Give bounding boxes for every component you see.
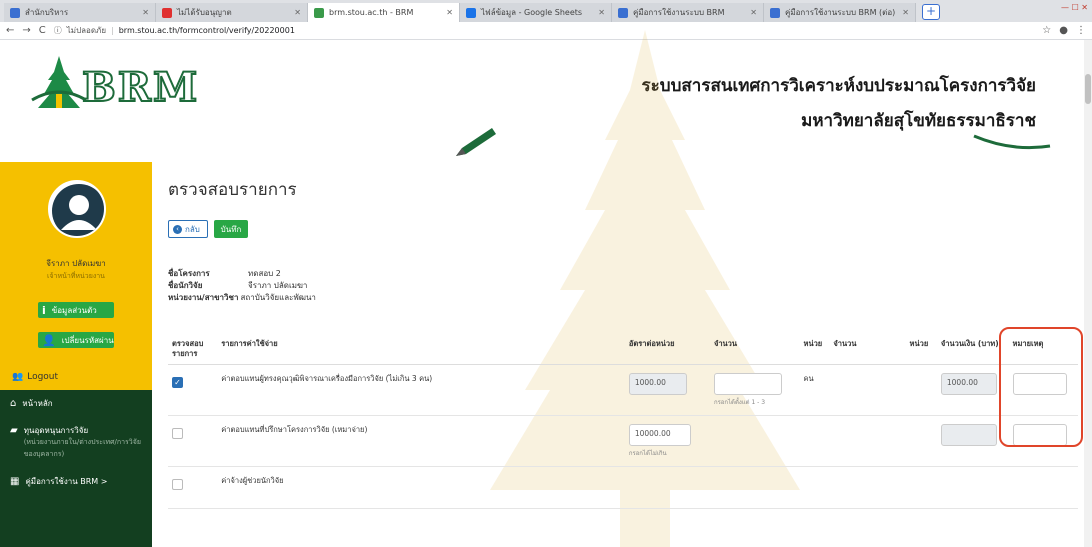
favicon-icon (162, 7, 172, 18)
browser-tab[interactable]: คู่มือการใช้งานระบบ BRM ✕ (612, 3, 764, 22)
user-role: เจ้าหน้าที่หน่วยงาน (47, 272, 105, 280)
favicon-icon (10, 7, 20, 18)
favicon-icon (618, 7, 628, 18)
page-title: ตรวจสอบรายการ (168, 180, 297, 200)
favicon-icon (466, 7, 476, 18)
browser-tab[interactable]: คู่มือการใช้งานระบบ BRM (ต่อ) ✕ (764, 3, 916, 22)
rate-hint: กรอกได้ไม่เกิน (628, 450, 667, 457)
url-text: brm.stou.ac.th/formcontrol/verify/202200… (118, 26, 295, 35)
quantity-hint: กรอกได้ตั้งแต่ 1 - 3 (713, 399, 766, 406)
table-header-row: ตรวจสอบรายการ รายการค่าใช้จ่าย อัตราต่อห… (168, 334, 1078, 365)
logo-text: BRM (81, 64, 200, 111)
info-i-icon: i (42, 303, 46, 317)
close-tab-icon[interactable]: ✕ (294, 8, 301, 17)
sidebar-item-manual[interactable]: ▦ คู่มือการใช้งาน BRM > (0, 468, 152, 495)
user-plus-icon: 👤 (42, 333, 56, 347)
window-controls[interactable]: — ☐ ✕ (1061, 3, 1088, 12)
new-tab-button[interactable]: + (922, 4, 940, 20)
expense-item: ค่าตอบแทนผู้ทรงคุณวุฒิพิจารณาเครื่องมือก… (217, 364, 625, 416)
url-field[interactable]: ⓘ ไม่ปลอดภัย | brm.stou.ac.th/formcontro… (54, 24, 1035, 38)
table-row: ค่าตอบแทนที่ปรึกษาโครงการวิจัย (เหมาจ่าย… (168, 415, 1078, 467)
rate-input[interactable]: 10000.00 (628, 424, 691, 446)
close-tab-icon[interactable]: ✕ (446, 8, 453, 17)
info-icon[interactable]: ⓘ (54, 25, 62, 36)
browser-tabbar: สำนักบริหาร ✕ ไม่ได้รับอนุญาต ✕ brm.stou.a… (0, 0, 1092, 22)
save-button[interactable]: บันทึก (214, 220, 248, 238)
bookmark-star-icon[interactable]: ☆ (1042, 25, 1051, 36)
amount-field: 1000.00 (940, 373, 997, 395)
remark-column-highlight (999, 327, 1083, 447)
system-title: ระบบสารสนเทศการวิเคราะห์งบประมาณโครงการว… (642, 72, 1036, 134)
system-title-line1: ระบบสารสนเทศการวิเคราะห์งบประมาณโครงการว… (641, 76, 1036, 96)
swoosh-decoration-icon (973, 134, 1051, 150)
sidebar-menu: ⌂ หน้าหลัก ▰ ทุนอุดหนุนการวิจัย (หน่วยงานภา… (0, 390, 152, 547)
users-icon: 👥 (12, 372, 24, 382)
close-tab-icon[interactable]: ✕ (750, 8, 757, 17)
menu-kebab-icon[interactable]: ⋮ (1076, 25, 1086, 36)
scrollbar-thumb[interactable] (1085, 74, 1091, 104)
close-tab-icon[interactable]: ✕ (142, 8, 149, 17)
user-info: จีราภา ปลัดเมฆา เจ้าหน้าที่หน่วยงาน (0, 258, 152, 282)
main-content: ตรวจสอบรายการ ‹ กลับ บันทึก ชื่อโครงการ ทด… (152, 162, 1092, 547)
site-header: BRM ระบบสารสนเทศการวิเคราะห์งบประมาณโครง… (0, 40, 1092, 162)
back-button[interactable]: ‹ กลับ (168, 220, 208, 238)
browser-tab[interactable]: สำนักบริหาร ✕ (4, 3, 156, 22)
profile-info-button[interactable]: i ข้อมูลส่วนตัว (38, 302, 114, 318)
page-scrollbar[interactable] (1084, 40, 1092, 547)
browser-tab[interactable]: ไม่ได้รับอนุญาต ✕ (156, 3, 308, 22)
sidebar-item-home[interactable]: ⌂ หน้าหลัก (0, 390, 152, 417)
brm-logo[interactable]: BRM (30, 54, 200, 111)
favicon-icon (314, 7, 324, 18)
browser-tab[interactable]: ไฟล์ข้อมูล - Google Sheets ✕ (460, 3, 612, 22)
project-info: ชื่อโครงการ ทดสอบ 2 ชื่อนักวิจัย จีราภา ปล… (168, 269, 316, 302)
col-amount: จำนวนเงิน (บาท) (936, 334, 1009, 365)
table-icon: ▦ (10, 476, 20, 487)
back-arrow-icon[interactable]: ← (6, 25, 14, 36)
col-unit: หน่วย (799, 334, 830, 365)
quantity-input[interactable] (713, 373, 782, 395)
address-bar-row: ← → C ⓘ ไม่ปลอดภัย | brm.stou.ac.th/form… (0, 22, 1092, 40)
reload-icon[interactable]: C (39, 25, 46, 36)
col-quantity-2: จำนวน (829, 334, 906, 365)
favicon-icon (770, 7, 780, 18)
forward-arrow-icon[interactable]: → (22, 25, 30, 36)
verify-checkbox[interactable]: ✓ (172, 377, 183, 388)
user-name: จีราภา ปลัดเมฆา (46, 259, 106, 268)
table-row: ✓ ค่าตอบแทนผู้ทรงคุณวุฒิพิจารณาเครื่องมื… (168, 364, 1078, 416)
pavilion-logo-icon (31, 56, 87, 108)
expense-item: ค่าจ้างผู้ช่วยนักวิจัย (217, 466, 625, 509)
logout-link[interactable]: 👥 Logout (12, 372, 58, 382)
profile-panel: จีราภา ปลัดเมฆา เจ้าหน้าที่หน่วยงาน i ข้อ… (0, 162, 152, 390)
sidebar-item-research-grants[interactable]: ▰ ทุนอุดหนุนการวิจัย (หน่วยงานภายใน/ต่างปร… (0, 417, 152, 468)
close-tab-icon[interactable]: ✕ (598, 8, 605, 17)
table-row: ค่าจ้างผู้ช่วยนักวิจัย (168, 466, 1078, 509)
arrow-left-icon: ‹ (173, 224, 182, 234)
home-icon: ⌂ (10, 398, 17, 409)
col-quantity: จำนวน (709, 334, 800, 365)
rate-field: 1000.00 (628, 373, 687, 395)
verify-checkbox[interactable] (172, 428, 183, 439)
unit-text: คน (799, 364, 830, 416)
col-unit-2: หน่วย (905, 334, 937, 365)
user-avatar-icon (52, 184, 104, 236)
avatar (48, 180, 106, 238)
expense-item: ค่าตอบแทนที่ปรึกษาโครงการวิจัย (เหมาจ่าย… (217, 415, 625, 467)
security-label: ไม่ปลอดภัย (66, 26, 107, 35)
folder-icon: ▰ (10, 425, 18, 436)
col-expense-item: รายการค่าใช้จ่าย (217, 334, 625, 365)
pen-illustration-icon (456, 128, 496, 156)
browser-tab-active[interactable]: brm.stou.ac.th - BRM ✕ (308, 3, 460, 22)
change-password-button[interactable]: 👤 เปลี่ยนรหัสผ่าน (38, 332, 114, 348)
amount-field (940, 424, 997, 446)
expense-table: ตรวจสอบรายการ รายการค่าใช้จ่าย อัตราต่อห… (168, 334, 1078, 509)
col-unit-rate: อัตราต่อหน่วย (624, 334, 710, 365)
sidebar: จีราภา ปลัดเมฆา เจ้าหน้าที่หน่วยงาน i ข้อ… (0, 162, 152, 547)
close-tab-icon[interactable]: ✕ (902, 8, 909, 17)
verify-checkbox[interactable] (172, 479, 183, 490)
profile-icon[interactable]: ● (1059, 25, 1068, 36)
col-verify: ตรวจสอบรายการ (168, 334, 218, 365)
